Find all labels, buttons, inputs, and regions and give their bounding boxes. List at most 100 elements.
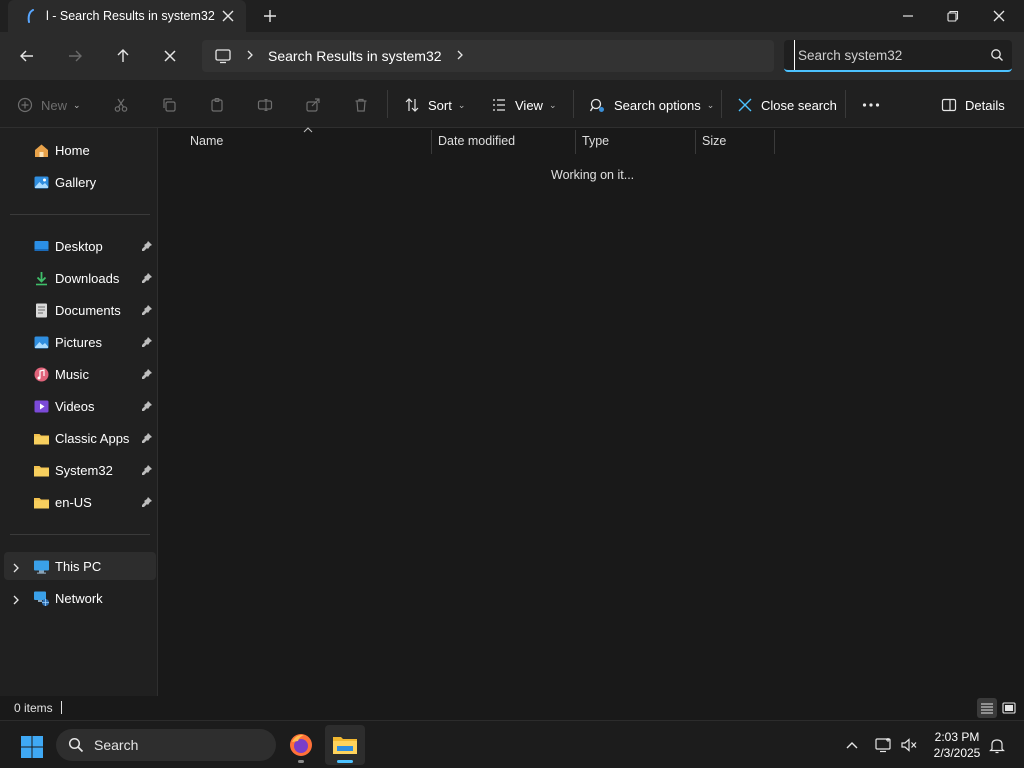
rename-icon [257, 98, 273, 112]
view-button[interactable]: View ⌄ [491, 92, 557, 118]
up-button[interactable] [111, 44, 135, 68]
taskbar: Search 2:03 PM 2/3/2025 [0, 720, 1024, 768]
sidebar-item-classic-apps[interactable]: Classic Apps [0, 424, 156, 452]
details-pane-button[interactable]: Details [941, 92, 1005, 118]
share-button[interactable] [305, 92, 321, 118]
stop-icon [164, 50, 176, 62]
bell-icon[interactable] [985, 733, 1009, 757]
sidebar-item-desktop[interactable]: Desktop [0, 232, 156, 260]
sidebar-item-network[interactable]: Network [0, 584, 156, 612]
sidebar-item-system32[interactable]: System32 [0, 456, 156, 484]
pin-icon[interactable] [141, 368, 153, 380]
column-header-type[interactable]: Type [582, 128, 609, 154]
more-options-button[interactable] [862, 92, 880, 118]
close-search-button[interactable]: Close search [737, 92, 837, 118]
arrow-right-icon [69, 50, 82, 62]
sidebar-item-documents[interactable]: Documents [0, 296, 156, 324]
pin-icon[interactable] [141, 272, 153, 284]
restore-icon[interactable] [930, 0, 976, 32]
sidebar-item-home[interactable]: Home [0, 136, 156, 164]
pin-icon[interactable] [141, 496, 153, 508]
sidebar-item-this-pc[interactable]: This PC [4, 552, 156, 580]
forward-button[interactable] [63, 44, 87, 68]
file-explorer-icon [333, 737, 357, 754]
pin-icon[interactable] [141, 336, 153, 348]
file-list[interactable]: Name Date modified Type Size Working on … [159, 127, 1024, 696]
sidebar-label: Home [55, 142, 90, 158]
pin-icon[interactable] [141, 432, 153, 444]
sidebar-item-gallery[interactable]: Gallery [0, 168, 156, 196]
pin-icon[interactable] [141, 240, 153, 252]
item-count: 0 items [14, 701, 53, 715]
delete-button[interactable] [353, 92, 369, 118]
view-label: View [515, 97, 543, 113]
taskbar-search[interactable]: Search [56, 729, 276, 761]
system-clock[interactable]: 2:03 PM 2/3/2025 [928, 729, 986, 761]
sort-button[interactable]: Sort ⌄ [404, 92, 465, 118]
search-options-button[interactable]: Search options ⌄ [589, 92, 714, 118]
sidebar-item-videos[interactable]: Videos [0, 392, 156, 420]
pin-icon[interactable] [141, 400, 153, 412]
share-icon [306, 98, 320, 112]
windows-start-icon[interactable] [20, 735, 44, 759]
search-icon[interactable] [982, 48, 1012, 62]
large-icons-view-button[interactable] [999, 698, 1019, 718]
paste-button[interactable] [209, 92, 225, 118]
sidebar-item-pictures[interactable]: Pictures [0, 328, 156, 356]
column-separator[interactable] [431, 130, 432, 154]
details-view-button[interactable] [977, 698, 997, 718]
new-label: New [41, 97, 68, 113]
title-bar: l - Search Results in system32 [0, 0, 1024, 32]
column-separator[interactable] [575, 130, 576, 154]
tab-close-icon[interactable] [220, 8, 236, 24]
chevron-down-icon: ⌄ [457, 99, 466, 110]
new-tab-icon[interactable] [260, 6, 280, 26]
back-button[interactable] [15, 44, 39, 68]
column-separator[interactable] [695, 130, 696, 154]
new-button[interactable]: New ⌄ [17, 92, 81, 118]
sidebar-label: This PC [55, 558, 102, 574]
network-icon [33, 590, 50, 607]
rename-button[interactable] [257, 92, 273, 118]
search-box[interactable] [784, 40, 1012, 72]
sidebar-item-en-us[interactable]: en-US [0, 488, 156, 516]
sidebar-item-downloads[interactable]: Downloads [0, 264, 156, 292]
toolbar-divider [573, 90, 574, 118]
home-icon [33, 142, 50, 159]
sidebar-label: Videos [55, 398, 95, 414]
sidebar-label: Downloads [55, 270, 120, 286]
sidebar-item-music[interactable]: Music [0, 360, 156, 388]
clock-date: 2/3/2025 [933, 746, 981, 760]
chevron-right-icon[interactable] [11, 561, 21, 573]
address-bar[interactable]: Search Results in system32 [202, 40, 774, 72]
tab-search-results[interactable]: l - Search Results in system32 [8, 0, 246, 32]
speaker-muted-icon[interactable] [897, 733, 921, 757]
network-status-icon[interactable] [872, 733, 896, 757]
chevron-right-icon[interactable] [11, 593, 21, 605]
column-separator[interactable] [774, 130, 775, 154]
clock-time: 2:03 PM [934, 730, 980, 744]
column-header-size[interactable]: Size [702, 128, 726, 154]
pin-icon[interactable] [141, 304, 153, 316]
pin-icon[interactable] [141, 464, 153, 476]
close-x-icon [738, 98, 752, 112]
cut-button[interactable] [113, 92, 129, 118]
file-explorer-taskbar-button[interactable] [325, 725, 365, 765]
search-input[interactable] [794, 40, 982, 70]
column-header-name[interactable]: Name [190, 128, 223, 154]
folder-icon [33, 494, 50, 511]
stop-button[interactable] [158, 44, 182, 68]
toolbar-divider [721, 90, 722, 118]
search-options-icon [589, 98, 604, 112]
breadcrumb-search-results[interactable]: Search Results in system32 [268, 48, 442, 64]
close-icon[interactable] [976, 0, 1022, 32]
minimize-icon[interactable] [885, 0, 931, 32]
chevron-up-icon[interactable] [840, 733, 864, 757]
chevron-right-icon[interactable] [456, 49, 464, 63]
videos-icon [33, 398, 50, 415]
chevron-down-icon: ⌄ [548, 99, 557, 110]
copy-button[interactable] [161, 92, 177, 118]
firefox-taskbar-button[interactable] [281, 725, 321, 765]
column-header-date-modified[interactable]: Date modified [438, 128, 515, 154]
chevron-right-icon[interactable] [246, 49, 254, 63]
